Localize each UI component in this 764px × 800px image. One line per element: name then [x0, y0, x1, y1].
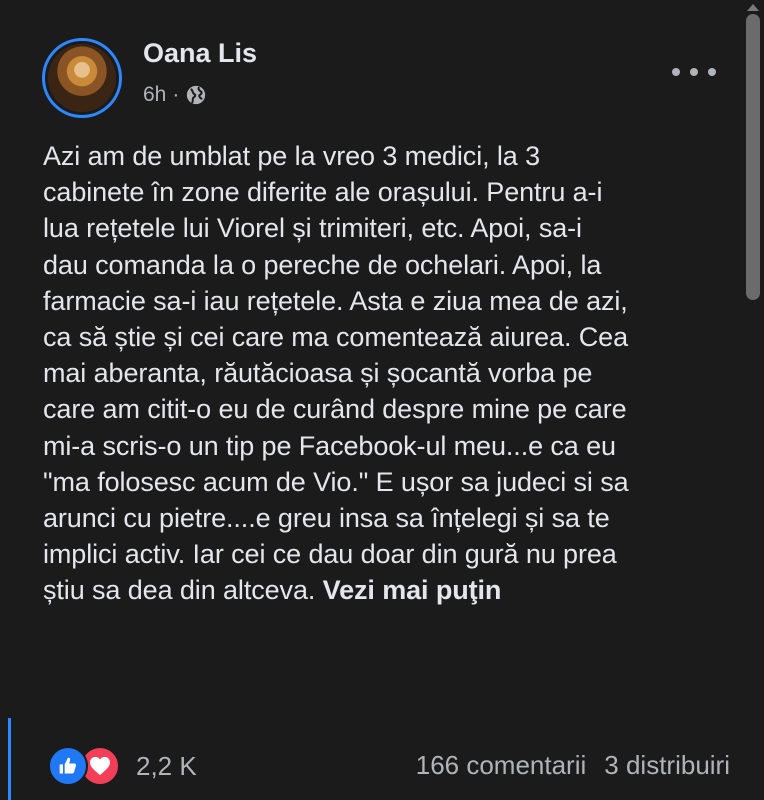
author-name[interactable]: Oana Lis: [143, 38, 257, 69]
scroll-up-icon[interactable]: [747, 4, 759, 11]
comments-count[interactable]: 166 comentarii: [416, 750, 587, 781]
scrollbar-thumb[interactable]: [746, 14, 760, 300]
dot-icon: [708, 68, 716, 76]
dot-icon: [690, 68, 698, 76]
post-meta: 6h ·: [143, 83, 207, 107]
post-stats: 166 comentarii 3 distribuiri: [416, 750, 730, 781]
post-body: Azi am de umblat pe la vreo 3 medici, la…: [43, 138, 743, 609]
focus-indicator: [8, 718, 11, 800]
post-time[interactable]: 6h: [143, 83, 166, 107]
more-options-button[interactable]: [672, 58, 716, 86]
dot-icon: [672, 68, 680, 76]
avatar[interactable]: [42, 38, 122, 118]
like-icon: [48, 746, 88, 786]
profile-photo: [48, 44, 116, 112]
post-text: Azi am de umblat pe la vreo 3 medici, la…: [43, 141, 629, 606]
meta-separator: ·: [172, 83, 180, 106]
scrollbar[interactable]: [742, 0, 764, 800]
reactions-summary[interactable]: 2,2 K: [48, 746, 197, 786]
facebook-post: Oana Lis 6h · Azi am de umblat pe la vre…: [0, 0, 764, 800]
globe-icon[interactable]: [185, 84, 207, 106]
shares-count[interactable]: 3 distribuiri: [604, 750, 730, 781]
reaction-count[interactable]: 2,2 K: [136, 751, 197, 782]
see-less-link[interactable]: Vezi mai puţin: [323, 575, 502, 605]
